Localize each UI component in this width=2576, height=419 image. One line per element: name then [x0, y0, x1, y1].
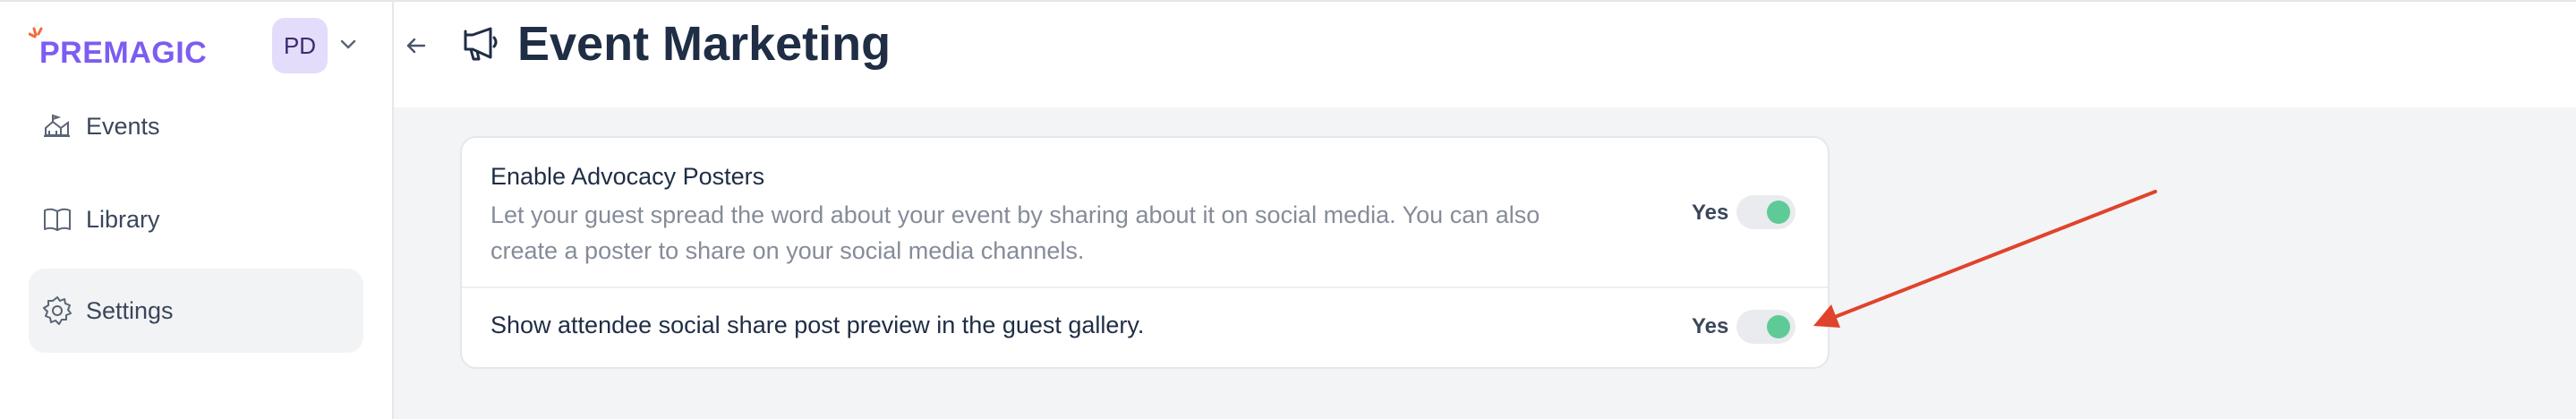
- social-share-preview-toggle[interactable]: [1736, 310, 1796, 344]
- toggle-knob: [1767, 315, 1790, 338]
- settings-card: Enable Advocacy Posters Let your guest s…: [460, 136, 1830, 369]
- arrow-left-icon[interactable]: [401, 30, 431, 61]
- avatar[interactable]: PD: [272, 18, 328, 73]
- book-icon: [44, 208, 71, 231]
- advocacy-posters-toggle[interactable]: [1736, 195, 1796, 229]
- logo-text: PREMAGIC: [39, 36, 208, 70]
- setting-description: Let your guest spread the word about you…: [490, 201, 1540, 264]
- chevron-down-icon[interactable]: [338, 34, 358, 54]
- row-divider: [462, 286, 1828, 288]
- toggle-value-label: Yes: [1692, 201, 1729, 225]
- sidebar-item-label: Events: [86, 112, 160, 140]
- sidebar-item-events[interactable]: Events: [29, 84, 363, 168]
- toggle-knob: [1767, 201, 1790, 224]
- page-title: Event Marketing: [517, 17, 891, 71]
- avatar-initials: PD: [283, 31, 317, 59]
- premagic-logo[interactable]: PREMAGIC: [29, 27, 217, 77]
- megaphone-icon: [464, 27, 498, 61]
- sidebar-item-settings[interactable]: Settings: [29, 269, 363, 353]
- sidebar: PREMAGIC PD Events Library Settings: [0, 2, 394, 419]
- events-icon: [44, 114, 70, 137]
- setting-title: Enable Advocacy Posters: [490, 163, 765, 190]
- toggle-value-label: Yes: [1692, 314, 1729, 338]
- setting-title: Show attendee social share post preview …: [490, 312, 1145, 338]
- gear-icon: [43, 296, 72, 325]
- sidebar-item-library[interactable]: Library: [29, 177, 363, 261]
- sidebar-item-label: Settings: [86, 296, 174, 324]
- sidebar-item-label: Library: [86, 205, 160, 233]
